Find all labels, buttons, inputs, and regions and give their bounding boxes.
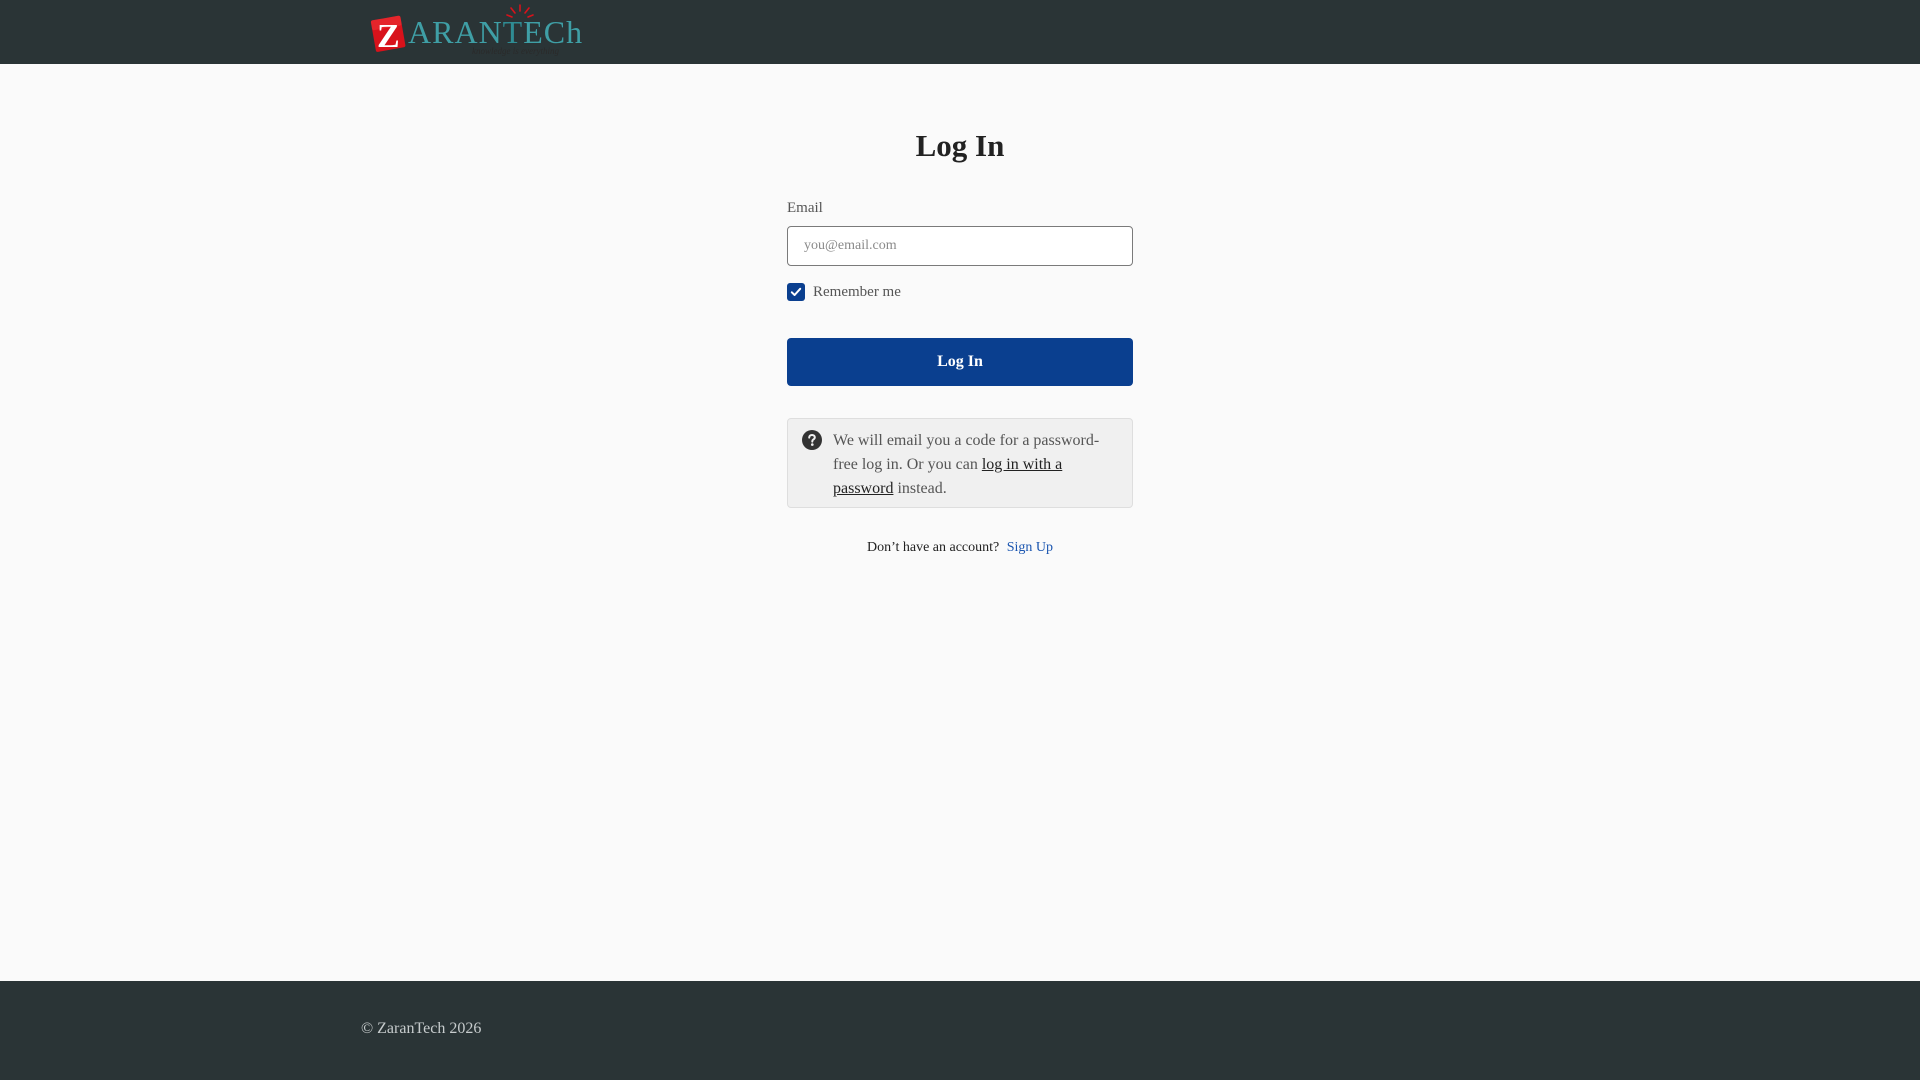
question-circle-icon: [802, 430, 822, 450]
signup-prompt: Don’t have an account?: [866, 540, 1000, 555]
page-title: Log In: [915, 128, 1005, 163]
svg-text:ARANTECh: ARANTECh: [408, 14, 583, 50]
site-header: Z ARANTECh knowledge is everything: [0, 0, 1920, 64]
info-text-after: instead.: [893, 480, 947, 497]
login-page: Log In Email Remember me Log In We will …: [0, 64, 1920, 981]
copyright-text: © ZaranTech 2026: [361, 1020, 482, 1037]
site-footer: © ZaranTech 2026: [0, 981, 1920, 1080]
sign-up-link[interactable]: Sign Up: [1007, 540, 1053, 555]
passwordless-info-box: We will email you a code for a password-…: [787, 418, 1133, 508]
login-form: Email Remember me Log In We will email y…: [787, 198, 1133, 558]
login-button[interactable]: Log In: [787, 338, 1133, 386]
logo-graphic: Z ARANTECh knowledge is everything: [370, 4, 583, 56]
check-icon: [790, 287, 802, 296]
svg-text:knowledge is everything: knowledge is everything: [472, 46, 559, 56]
zarantech-logo[interactable]: Z ARANTECh knowledge is everything: [368, 3, 592, 57]
email-input[interactable]: [787, 226, 1133, 266]
remember-me-row[interactable]: Remember me: [787, 282, 1133, 302]
svg-text:Z: Z: [377, 18, 400, 55]
remember-me-checkbox[interactable]: [787, 283, 805, 301]
passwordless-info-text: We will email you a code for a password-…: [833, 429, 1118, 501]
signup-row: Don’t have an account? Sign Up: [787, 538, 1133, 558]
remember-me-label: Remember me: [813, 284, 901, 300]
email-label: Email: [787, 200, 823, 216]
